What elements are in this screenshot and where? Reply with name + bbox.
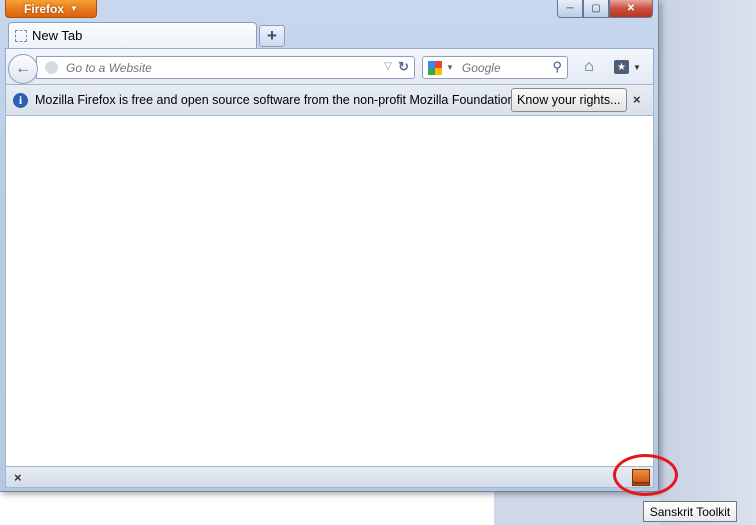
info-icon: i [13,92,28,108]
new-tab-button[interactable]: + [259,25,285,47]
magnifier-icon[interactable]: ⚲ [552,59,562,75]
home-button[interactable]: ⌂ [578,57,600,77]
search-bar[interactable]: ▼ ⚲ [422,56,568,79]
close-button[interactable]: ✕ [609,0,653,18]
desktop-strip [660,0,756,525]
tab-new-tab[interactable]: New Tab [8,22,257,48]
window-controls: ─ ▢ ✕ [557,0,653,19]
home-icon: ⌂ [584,58,594,75]
back-arrow-icon: ← [15,60,31,77]
firefox-menu-button[interactable]: Firefox ▼ [5,0,97,18]
addon-bar-close-icon[interactable]: × [14,470,22,485]
notification-text: Mozilla Firefox is free and open source … [35,93,518,107]
bookmarks-icon: ★ [614,60,629,74]
globe-icon [45,61,58,74]
page-content [5,116,654,466]
back-button[interactable]: ← [8,54,38,84]
url-bar[interactable]: ▽ ↻ [36,56,415,79]
minimize-button[interactable]: ─ [557,0,583,18]
notification-close-icon[interactable]: × [633,92,641,107]
highlight-ring [613,454,678,496]
addon-tooltip: Sanskrit Toolkit [643,501,737,522]
addon-bar: × [5,466,654,488]
search-input[interactable] [459,59,544,76]
firefox-menu-label: Firefox [24,1,65,16]
know-your-rights-button[interactable]: Know your rights... [511,88,627,112]
chevron-down-icon[interactable]: ▼ [446,63,454,72]
minimize-icon: ─ [566,3,574,14]
tab-label: New Tab [32,28,83,43]
chevron-down-icon: ▼ [633,62,641,72]
maximize-icon: ▢ [591,3,601,14]
url-input[interactable] [64,59,368,76]
maximize-button[interactable]: ▢ [583,0,609,18]
chevron-down-icon: ▼ [70,4,78,13]
plus-icon: + [267,26,277,45]
desktop-bottom [0,492,494,525]
close-icon: ✕ [626,3,636,14]
reload-icon[interactable]: ↻ [398,59,409,75]
bookmarks-button[interactable]: ★ ▼ [614,57,648,77]
dropdown-icon[interactable]: ▽ [384,61,392,72]
notification-bar: i Mozilla Firefox is free and open sourc… [5,84,654,116]
google-icon[interactable] [428,60,442,75]
blank-page-icon [15,29,27,42]
